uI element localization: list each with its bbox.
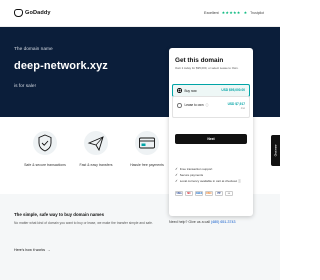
discover-icon: DISC (205, 191, 213, 196)
option-label: Buy now (184, 88, 197, 93)
how-it-works-link[interactable]: Here's how it works → (14, 248, 51, 252)
credit-card-icon (135, 131, 159, 155)
more-methods-icon: ••• (225, 191, 233, 196)
godaddy-logo[interactable]: GoDaddy (14, 9, 51, 17)
hero-eyebrow: The domain name (14, 47, 53, 52)
help-line: Need help? Give us a call (480) 651-3743 (169, 220, 269, 224)
payment-methods: VISA MC AMEX DISC PP ••• (175, 191, 233, 196)
chat-label: Chat now (274, 144, 278, 157)
option-label: Lease to own (184, 103, 204, 107)
phone-link[interactable]: (480) 651-3743 (211, 220, 236, 224)
how-it-works-label: Here's how it works (14, 248, 46, 252)
next-button[interactable]: Next (175, 134, 247, 144)
offer-card: Get this domain Own it today for $95,000… (169, 48, 253, 216)
buy-now-price: USD $95,000.00 (221, 87, 245, 92)
check-icon: ✓ (175, 167, 178, 171)
lease-price: USD $7,917/mo (227, 102, 245, 110)
lease-to-own-option[interactable]: Lease to own ⓘ USD $7,917/mo (172, 96, 250, 118)
shield-check-icon (33, 131, 57, 155)
rating-stars-icon: ★★★★★ (221, 10, 241, 15)
radio-unselected-icon[interactable] (177, 103, 182, 108)
for-sale-text: is for sale! (14, 84, 36, 89)
info-title: The simple, safe way to buy domain names (14, 212, 105, 217)
check-icon: ✓ (175, 179, 178, 183)
radio-selected-icon[interactable] (177, 88, 182, 93)
top-header: GoDaddy Excellent ★★★★★ ★ Trustpilot (0, 0, 280, 27)
mastercard-icon: MC (185, 191, 193, 196)
info-icon[interactable]: ⓘ (205, 103, 208, 107)
logo-text: GoDaddy (25, 10, 51, 16)
trustpilot-star-icon: ★ (243, 10, 248, 15)
trustpilot-text: Trustpilot (250, 10, 264, 15)
feature-item: ✓ Local currency available in cart at che… (175, 179, 241, 183)
offer-title: Get this domain (175, 57, 224, 64)
domain-name-title: deep-network.xyz (14, 60, 108, 72)
check-icon: ✓ (175, 173, 178, 177)
offer-subtitle: Own it today for $95,000, or select Leas… (175, 66, 239, 70)
arrow-right-icon: → (47, 248, 51, 252)
offer-features: ✓ Free transaction support ✓ Secure paymen… (175, 166, 241, 184)
paypal-icon: PP (215, 191, 223, 196)
amex-icon: AMEX (195, 191, 203, 196)
help-text: Need help? Give us a call (169, 220, 210, 224)
godaddy-logo-icon (14, 9, 23, 17)
info-body: No matter what kind of domain you want t… (14, 221, 153, 225)
trust-label: Excellent (204, 10, 219, 15)
chat-now-tab[interactable]: Chat now (271, 135, 280, 166)
visa-icon: VISA (175, 191, 183, 196)
paper-plane-icon (84, 131, 108, 155)
trustpilot-rating[interactable]: Excellent ★★★★★ ★ Trustpilot (204, 10, 264, 15)
